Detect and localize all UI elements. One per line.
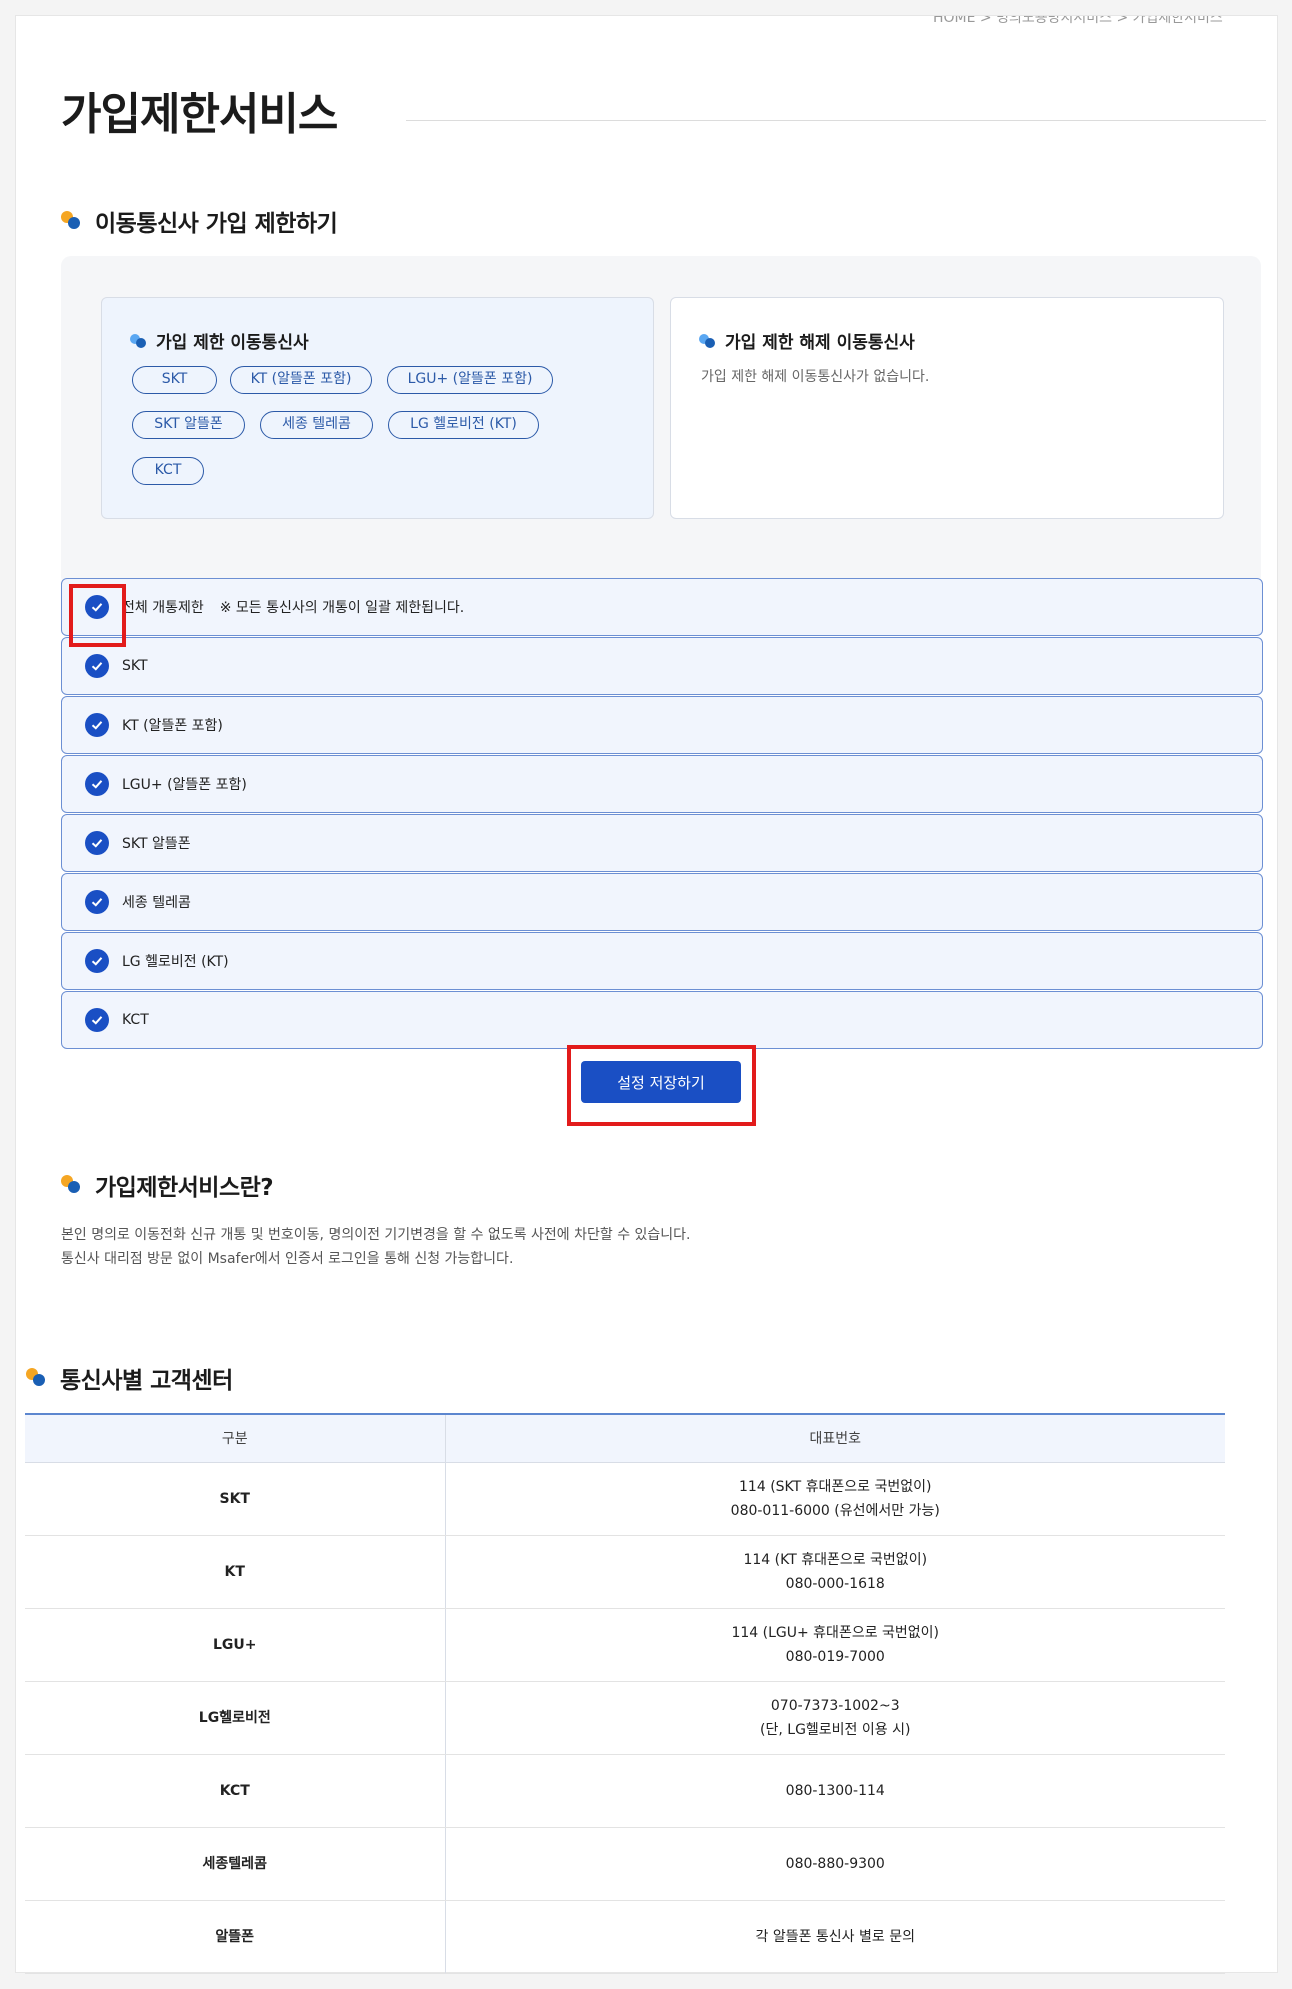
breadcrumb: HOME > 명의도용방지서비스 > 가입제한서비스: [933, 16, 1223, 26]
checkbox-checked-icon[interactable]: [85, 654, 109, 678]
service-description: 본인 명의로 이동전화 신규 개통 및 번호이동, 명의이전 기기변경을 할 수…: [61, 1223, 691, 1271]
section-bullet-icon: [61, 1175, 83, 1195]
released-empty-message: 가입 제한 해제 이동통신사가 없습니다.: [701, 369, 930, 385]
customer-center-table: 구분 대표번호 SKT 114 (SKT 휴대폰으로 국번없이) 080-011-…: [25, 1413, 1225, 1974]
carrier-chip: KT (알뜰폰 포함): [230, 366, 372, 394]
carrier-chip: SKT 알뜰폰: [132, 411, 245, 439]
option-label: LG 헬로비전 (KT): [122, 954, 229, 970]
restricted-carriers-card: 가입 제한 이동통신사 SKT KT (알뜰폰 포함) LGU+ (알뜰폰 포함…: [101, 297, 654, 519]
option-skt[interactable]: SKT: [61, 637, 1263, 695]
table-row: KT 114 (KT 휴대폰으로 국번없이) 080-000-1618: [25, 1535, 1225, 1609]
highlight-box-save: [567, 1045, 756, 1126]
released-card-title: 가입 제한 해제 이동통신사: [699, 328, 915, 353]
section-title-text: 통신사별 고객센터: [60, 1368, 233, 1394]
carrier-name: 알뜰폰: [25, 1900, 446, 1974]
section-title-about: 가입제한서비스란?: [61, 1168, 274, 1202]
option-skt-mvno[interactable]: SKT 알뜰폰: [61, 814, 1263, 872]
table-row: LG헬로비전 070-7373-1002~3 (단, LG헬로비전 이용 시): [25, 1681, 1225, 1755]
carrier-name: LG헬로비전: [25, 1681, 446, 1755]
page-title: 가입제한서비스: [61, 89, 338, 140]
section-title-text: 이동통신사 가입 제한하기: [95, 211, 338, 237]
page-container: HOME > 명의도용방지서비스 > 가입제한서비스 가입제한서비스 이동통신사…: [15, 15, 1278, 1974]
carrier-chip: LGU+ (알뜰폰 포함): [387, 366, 553, 394]
checkbox-checked-icon[interactable]: [85, 890, 109, 914]
option-kt[interactable]: KT (알뜰폰 포함): [61, 696, 1263, 754]
carrier-numbers: 114 (KT 휴대폰으로 국번없이) 080-000-1618: [445, 1535, 1225, 1609]
carrier-chip: SKT: [132, 366, 217, 394]
number-line: 114 (SKT 휴대폰으로 국번없이): [739, 1478, 932, 1495]
title-divider: [406, 120, 1266, 121]
option-label: 전체 개통제한: [122, 600, 204, 616]
carrier-numbers: 080-1300-114: [445, 1754, 1225, 1828]
checkbox-checked-icon[interactable]: [85, 1008, 109, 1032]
section-bullet-icon: [26, 1368, 48, 1388]
table-row: 알뜰폰 각 알뜰폰 통신사 별로 문의: [25, 1900, 1225, 1974]
carrier-numbers: 114 (LGU+ 휴대폰으로 국번없이) 080-019-7000: [445, 1608, 1225, 1682]
carrier-numbers: 080-880-9300: [445, 1827, 1225, 1901]
carrier-name: KT: [25, 1535, 446, 1609]
option-label: KT (알뜰폰 포함): [122, 718, 223, 734]
number-line: 080-019-7000: [785, 1648, 885, 1665]
option-label: SKT 알뜰폰: [122, 836, 191, 852]
carrier-numbers: 각 알뜰폰 통신사 별로 문의: [445, 1900, 1225, 1974]
description-line: 본인 명의로 이동전화 신규 개통 및 번호이동, 명의이전 기기변경을 할 수…: [61, 1227, 691, 1243]
section-title-customer-center: 통신사별 고객센터: [26, 1361, 233, 1395]
table-row: KCT 080-1300-114: [25, 1754, 1225, 1828]
checkbox-checked-icon[interactable]: [85, 713, 109, 737]
description-line: 통신사 대리점 방문 없이 Msafer에서 인증서 로그인을 통해 신청 가능…: [61, 1251, 514, 1267]
option-lgu[interactable]: LGU+ (알뜰폰 포함): [61, 755, 1263, 813]
carrier-chip: KCT: [132, 457, 204, 485]
table-row: LGU+ 114 (LGU+ 휴대폰으로 국번없이) 080-019-7000: [25, 1608, 1225, 1682]
card-bullet-icon: [699, 333, 717, 349]
carrier-name: KCT: [25, 1754, 446, 1828]
option-kct[interactable]: KCT: [61, 991, 1263, 1049]
column-header: 대표번호: [445, 1413, 1225, 1463]
carrier-name: LGU+: [25, 1608, 446, 1682]
carrier-numbers: 070-7373-1002~3 (단, LG헬로비전 이용 시): [445, 1681, 1225, 1755]
option-all-restrict[interactable]: 전체 개통제한 ※ 모든 통신사의 개통이 일괄 제한됩니다.: [61, 578, 1263, 636]
table-row: SKT 114 (SKT 휴대폰으로 국번없이) 080-011-6000 (유선…: [25, 1462, 1225, 1536]
number-line: 114 (LGU+ 휴대폰으로 국번없이): [731, 1624, 940, 1641]
number-line: (단, LG헬로비전 이용 시): [760, 1721, 911, 1738]
option-sejong[interactable]: 세종 텔레콤: [61, 873, 1263, 931]
highlight-box-checkbox: [69, 584, 126, 647]
option-note: ※ 모든 통신사의 개통이 일괄 제한됩니다.: [219, 600, 465, 616]
carrier-name: SKT: [25, 1462, 446, 1536]
option-label: SKT: [122, 658, 148, 674]
checkbox-checked-icon[interactable]: [85, 772, 109, 796]
carrier-chip: 세종 텔레콤: [260, 411, 373, 439]
section-title-text: 가입제한서비스란?: [95, 1175, 274, 1201]
number-line: 070-7373-1002~3: [770, 1697, 900, 1714]
restricted-card-title: 가입 제한 이동통신사: [130, 328, 309, 353]
checkbox-checked-icon[interactable]: [85, 831, 109, 855]
released-card-title-text: 가입 제한 해제 이동통신사: [725, 333, 915, 353]
option-label: 세종 텔레콤: [122, 895, 191, 911]
number-line: 080-1300-114: [785, 1782, 885, 1799]
carrier-numbers: 114 (SKT 휴대폰으로 국번없이) 080-011-6000 (유선에서만 …: [445, 1462, 1225, 1536]
option-lg-hello[interactable]: LG 헬로비전 (KT): [61, 932, 1263, 990]
number-line: 080-000-1618: [785, 1575, 885, 1592]
option-label: KCT: [122, 1012, 149, 1028]
carrier-name: 세종텔레콤: [25, 1827, 446, 1901]
released-carriers-card: 가입 제한 해제 이동통신사 가입 제한 해제 이동통신사가 없습니다.: [670, 297, 1224, 519]
number-line: 080-880-9300: [785, 1855, 885, 1872]
carrier-chip: LG 헬로비전 (KT): [388, 411, 539, 439]
restricted-card-title-text: 가입 제한 이동통신사: [156, 333, 309, 353]
table-header-row: 구분 대표번호: [25, 1413, 1225, 1463]
number-line: 080-011-6000 (유선에서만 가능): [730, 1502, 940, 1519]
table-row: 세종텔레콤 080-880-9300: [25, 1827, 1225, 1901]
column-header: 구분: [25, 1413, 446, 1463]
checkbox-checked-icon[interactable]: [85, 949, 109, 973]
option-label: LGU+ (알뜰폰 포함): [122, 777, 247, 793]
section-bullet-icon: [61, 211, 83, 231]
card-bullet-icon: [130, 333, 148, 349]
section-title-restrict: 이동통신사 가입 제한하기: [61, 204, 338, 238]
number-line: 각 알뜰폰 통신사 별로 문의: [755, 1928, 915, 1945]
number-line: 114 (KT 휴대폰으로 국번없이): [743, 1551, 928, 1568]
